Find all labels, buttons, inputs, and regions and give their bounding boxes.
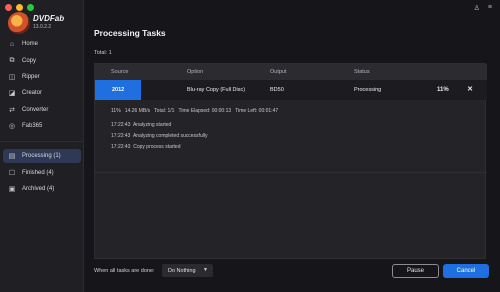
sidebar-item-label: Ripper bbox=[22, 74, 40, 80]
converter-icon: ⇄ bbox=[9, 107, 15, 114]
task-panel: Source Option Output Status 2012 Blu-ray… bbox=[94, 63, 487, 259]
log-line: 17:22:43 Copy process started bbox=[111, 144, 181, 150]
table-header: Source Option Output Status bbox=[95, 64, 487, 80]
sidebar-item-converter[interactable]: ⇄ Converter bbox=[0, 103, 84, 117]
task-status: Processing bbox=[354, 87, 382, 93]
close-window-button[interactable] bbox=[5, 4, 12, 11]
task-info-line: 11% 14.26 MB/s Total: 1/1 Time Elapsed: … bbox=[111, 108, 279, 114]
sidebar-item-creator[interactable]: ◪ Creator bbox=[0, 86, 84, 100]
fab365-icon: ◎ bbox=[8, 123, 16, 130]
sidebar-item-fab365[interactable]: ◎ Fab365 bbox=[0, 119, 84, 133]
total-count: Total: 1 bbox=[94, 50, 112, 56]
task-output: BD50 bbox=[270, 87, 284, 93]
task-source: 2012 bbox=[95, 80, 141, 100]
sidebar-divider bbox=[0, 141, 84, 142]
sidebar-item-finished[interactable]: ☐ Finished (4) bbox=[0, 166, 84, 180]
app-version: 13.0.2.2 bbox=[33, 24, 52, 30]
sidebar-item-label: Finished (4) bbox=[22, 170, 54, 176]
zoom-window-button[interactable] bbox=[27, 4, 34, 11]
page-title: Processing Tasks bbox=[94, 28, 166, 38]
when-done-label: When all tasks are done: bbox=[94, 268, 155, 274]
creator-icon: ◪ bbox=[8, 90, 16, 97]
sidebar-item-archived[interactable]: ▣ Archived (4) bbox=[0, 182, 84, 196]
column-status: Status bbox=[354, 69, 370, 75]
sidebar-item-ripper[interactable]: ◫ Ripper bbox=[0, 70, 84, 84]
shirt-icon[interactable]: ♙ bbox=[474, 4, 480, 12]
sidebar-item-label: Archived (4) bbox=[22, 186, 55, 192]
app-logo bbox=[8, 12, 30, 34]
window-controls bbox=[5, 4, 34, 11]
sidebar-item-label: Creator bbox=[22, 90, 43, 96]
table-row[interactable]: 2012 Blu-ray Copy (Full Disc) BD50 Proce… bbox=[95, 80, 487, 100]
log-line: 17:22:43 Analyzing completed successfull… bbox=[111, 133, 208, 139]
sidebar-item-label: Processing (1) bbox=[22, 153, 61, 159]
pause-button[interactable]: Pause bbox=[392, 264, 439, 278]
task-option: Blu-ray Copy (Full Disc) bbox=[187, 87, 246, 93]
column-source: Source bbox=[111, 69, 129, 75]
processing-icon: ▤ bbox=[8, 153, 16, 160]
cancel-button[interactable]: Cancel bbox=[443, 264, 489, 278]
task-progress: 11% bbox=[437, 87, 449, 93]
sidebar: DVDFab 13.0.2.2 ⌂ Home ⧉ Copy ◫ Ripper ◪… bbox=[0, 0, 84, 292]
column-output: Output bbox=[270, 69, 287, 75]
sidebar-item-label: Fab365 bbox=[22, 123, 43, 129]
menu-icon[interactable]: ≡ bbox=[488, 4, 492, 12]
log-line: 17:22:43 Analyzing started bbox=[111, 122, 172, 128]
copy-icon: ⧉ bbox=[9, 57, 15, 64]
sidebar-item-processing[interactable]: ▤ Processing (1) bbox=[3, 149, 81, 163]
sidebar-item-label: Copy bbox=[22, 58, 37, 64]
finished-icon: ☐ bbox=[8, 170, 16, 177]
archived-icon: ▣ bbox=[8, 186, 16, 193]
when-done-select[interactable]: Do Nothing ▼ bbox=[162, 264, 213, 277]
minimize-window-button[interactable] bbox=[16, 4, 23, 11]
sidebar-item-label: Home bbox=[22, 41, 39, 47]
sidebar-item-copy[interactable]: ⧉ Copy bbox=[0, 54, 84, 68]
close-icon[interactable]: ✕ bbox=[465, 85, 475, 95]
when-done-value: Do Nothing bbox=[168, 267, 196, 274]
top-toolbar: ♙ ≡ bbox=[474, 4, 492, 12]
column-option: Option bbox=[187, 69, 204, 75]
log-divider bbox=[95, 172, 487, 173]
sidebar-item-label: Converter bbox=[22, 107, 49, 113]
ripper-icon: ◫ bbox=[8, 74, 16, 81]
home-icon: ⌂ bbox=[9, 40, 15, 48]
chevron-down-icon: ▼ bbox=[203, 267, 208, 273]
sidebar-item-home[interactable]: ⌂ Home bbox=[0, 37, 84, 51]
app-brand: DVDFab bbox=[33, 14, 65, 23]
